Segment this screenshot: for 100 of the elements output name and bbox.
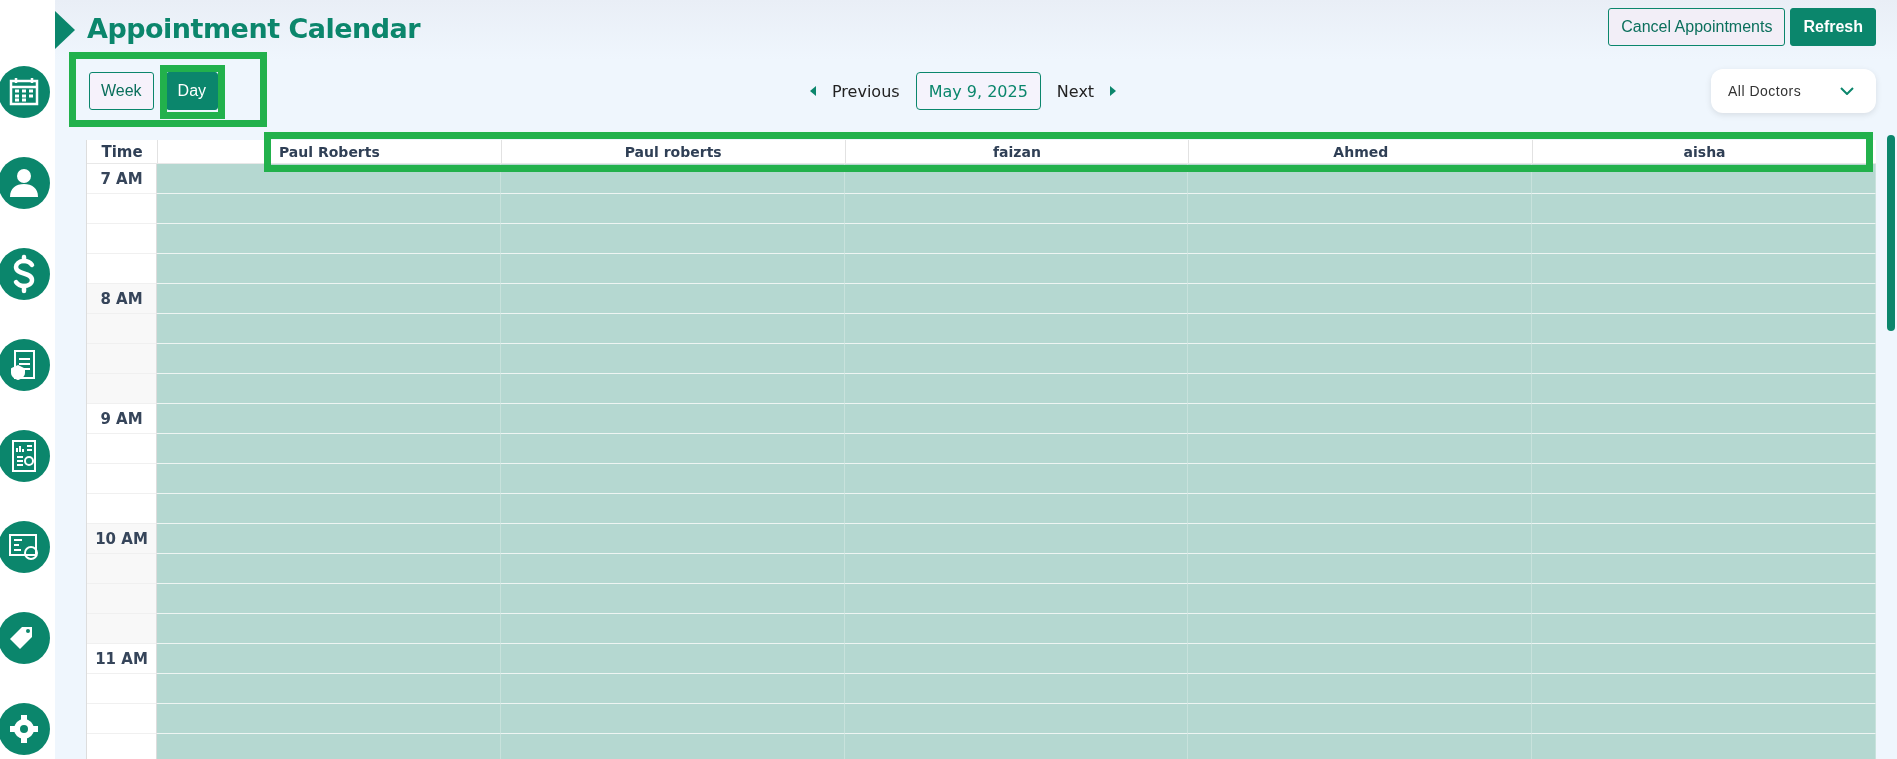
calendar-slot[interactable] <box>500 584 845 614</box>
calendar-slot[interactable] <box>844 374 1189 404</box>
calendar-slot[interactable] <box>1188 404 1533 434</box>
dollar-icon[interactable] <box>0 248 50 300</box>
calendar-slot[interactable] <box>157 374 501 404</box>
calendar-slot[interactable] <box>1188 284 1533 314</box>
monitor-gear-icon[interactable] <box>0 521 50 573</box>
doctor-filter-dropdown[interactable]: All Doctors <box>1711 69 1876 113</box>
tag-icon[interactable] <box>0 612 50 664</box>
calendar-slot[interactable] <box>500 254 845 284</box>
next-button[interactable]: Next <box>1040 81 1111 101</box>
calendar-slot[interactable] <box>1532 194 1876 224</box>
calendar-slot[interactable] <box>1188 494 1533 524</box>
calendar-slot[interactable] <box>844 434 1189 464</box>
calendar-slot[interactable] <box>1532 224 1876 254</box>
date-button[interactable]: May 9, 2025 <box>915 72 1041 110</box>
calendar-slot[interactable] <box>1188 254 1533 284</box>
calendar-slot[interactable] <box>157 344 501 374</box>
calendar-slot[interactable] <box>500 404 845 434</box>
calendar-slot[interactable] <box>500 494 845 524</box>
calendar-slot[interactable] <box>500 524 845 554</box>
calendar-slot[interactable] <box>1188 434 1533 464</box>
calendar-slot[interactable] <box>500 374 845 404</box>
calendar-slot[interactable] <box>500 644 845 674</box>
calendar-slot[interactable] <box>157 254 501 284</box>
calendar-slot[interactable] <box>844 524 1189 554</box>
calendar-slot[interactable] <box>1188 224 1533 254</box>
calendar-slot[interactable] <box>1532 284 1876 314</box>
calendar-slot[interactable] <box>1188 524 1533 554</box>
calendar-slot[interactable] <box>1188 704 1533 734</box>
calendar-slot[interactable] <box>1532 644 1876 674</box>
view-tab[interactable]: Week <box>89 72 154 110</box>
calendar-slot[interactable] <box>1188 314 1533 344</box>
calendar-slot[interactable] <box>1532 434 1876 464</box>
caret-right-icon[interactable] <box>1110 86 1117 96</box>
settings-icon[interactable] <box>0 703 50 755</box>
calendar-slot[interactable] <box>1188 584 1533 614</box>
calendar-slot[interactable] <box>500 314 845 344</box>
calendar-slot[interactable] <box>1532 494 1876 524</box>
calendar-slot[interactable] <box>157 584 501 614</box>
calendar-slot[interactable] <box>1188 554 1533 584</box>
caret-left-icon[interactable] <box>810 86 816 96</box>
calendar-slot[interactable] <box>157 494 501 524</box>
calendar-slot[interactable] <box>844 464 1189 494</box>
calendar-slot[interactable] <box>844 314 1189 344</box>
cancel-appointments-button[interactable]: Cancel Appointments <box>1608 8 1786 46</box>
calendar-slot[interactable] <box>1532 464 1876 494</box>
calendar-slot[interactable] <box>844 674 1189 704</box>
calendar-slot[interactable] <box>157 404 501 434</box>
calendar-slot[interactable] <box>1532 254 1876 284</box>
calendar-slot[interactable] <box>500 344 845 374</box>
calendar-slot[interactable] <box>1188 344 1533 374</box>
calendar-slot[interactable] <box>500 434 845 464</box>
calendar-slot[interactable] <box>844 644 1189 674</box>
calendar-slot[interactable] <box>844 254 1189 284</box>
calendar-slot[interactable] <box>1532 314 1876 344</box>
calendar-slot[interactable] <box>157 224 501 254</box>
calendar-slot[interactable] <box>1532 674 1876 704</box>
report-icon[interactable] <box>0 430 50 482</box>
calendar-slot[interactable] <box>1532 614 1876 644</box>
calendar-slot[interactable] <box>1532 374 1876 404</box>
calendar-slot[interactable] <box>157 524 501 554</box>
calendar-slot[interactable] <box>157 434 501 464</box>
calendar-slot[interactable] <box>1188 464 1533 494</box>
calendar-slot[interactable] <box>500 674 845 704</box>
calendar-slot[interactable] <box>157 554 501 584</box>
calendar-slot[interactable] <box>1188 614 1533 644</box>
calendar-slot[interactable] <box>157 194 501 224</box>
calendar-slot[interactable] <box>844 194 1189 224</box>
calendar-icon[interactable] <box>0 66 50 118</box>
calendar-slot[interactable] <box>1188 194 1533 224</box>
calendar-slot[interactable] <box>157 614 501 644</box>
calendar-slot[interactable] <box>1188 674 1533 704</box>
calendar-slot[interactable] <box>157 464 501 494</box>
calendar-slot[interactable] <box>1532 704 1876 734</box>
calendar-slot[interactable] <box>157 674 501 704</box>
calendar-slot[interactable] <box>1532 524 1876 554</box>
calendar-slot[interactable] <box>157 284 501 314</box>
calendar-slot[interactable] <box>500 704 845 734</box>
refresh-button[interactable]: Refresh <box>1790 8 1876 46</box>
calendar-slot[interactable] <box>844 584 1189 614</box>
calendar-slot[interactable] <box>1188 644 1533 674</box>
calendar-slot[interactable] <box>500 554 845 584</box>
calendar-slot[interactable] <box>1532 554 1876 584</box>
calendar-slot[interactable] <box>844 404 1189 434</box>
previous-button[interactable]: Previous <box>816 81 916 101</box>
calendar-slot[interactable] <box>500 464 845 494</box>
calendar-slot[interactable] <box>1532 344 1876 374</box>
calendar-slot[interactable] <box>157 704 501 734</box>
view-tab[interactable]: Day <box>165 72 219 110</box>
calendar-slot[interactable] <box>844 284 1189 314</box>
calendar-slot[interactable] <box>1532 404 1876 434</box>
calendar-slot[interactable] <box>844 704 1189 734</box>
calendar-slot[interactable] <box>844 344 1189 374</box>
calendar-slot[interactable] <box>500 224 845 254</box>
calendar-slot[interactable] <box>844 494 1189 524</box>
calendar-slot[interactable] <box>844 554 1189 584</box>
calendar-slot[interactable] <box>1188 374 1533 404</box>
calendar-slot[interactable] <box>500 284 845 314</box>
document-shield-icon[interactable] <box>0 339 50 391</box>
